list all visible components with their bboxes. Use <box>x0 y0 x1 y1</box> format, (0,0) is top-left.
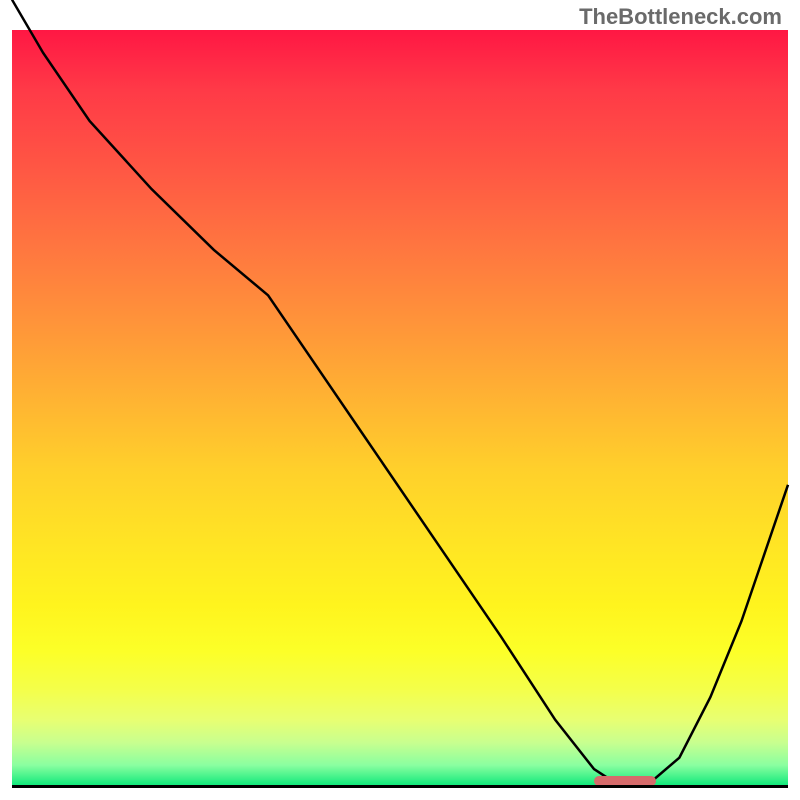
chart-area <box>12 30 788 788</box>
chart-curve <box>12 30 788 788</box>
watermark-text: TheBottleneck.com <box>579 4 782 30</box>
chart-baseline <box>12 785 788 788</box>
